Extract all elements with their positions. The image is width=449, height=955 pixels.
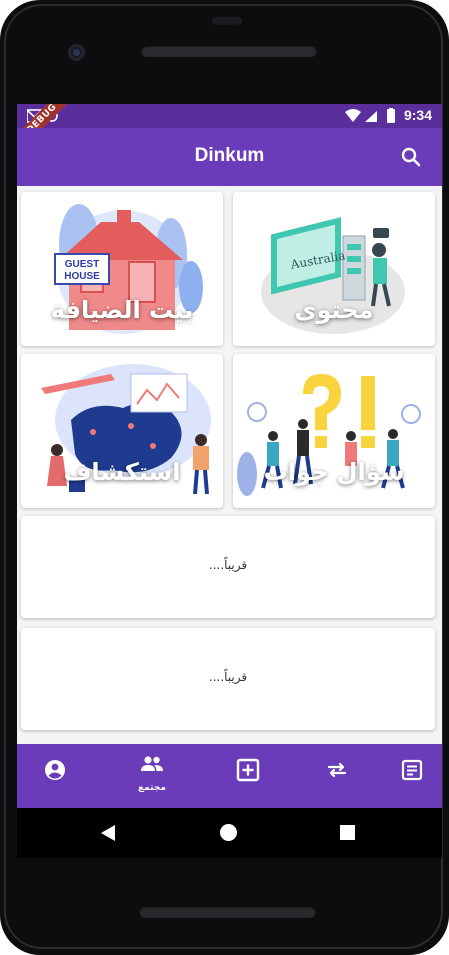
- bottom-speaker: [139, 906, 316, 918]
- search-icon[interactable]: [399, 145, 423, 169]
- home-icon[interactable]: [220, 824, 237, 841]
- guest-house-label: بيت الضيافة: [50, 296, 194, 324]
- content-card[interactable]: Australia محتوى: [233, 192, 435, 346]
- content-label: محتوى: [294, 296, 374, 324]
- bottom-nav: مجتمع: [17, 744, 442, 808]
- nav-articles[interactable]: [382, 744, 442, 808]
- app-screen: 9:34 DEBUG Dinkum GUEST HOUSE بيت الضياف…: [17, 104, 442, 808]
- status-time: 9:34: [403, 107, 432, 123]
- signal-battery-icon: [345, 108, 395, 123]
- qa-label: سؤال جواب: [263, 458, 405, 486]
- coming-soon-card-1[interactable]: قريباً....: [21, 516, 435, 618]
- coming-soon-text: قريباً....: [208, 670, 248, 684]
- system-nav-bar: [17, 808, 442, 858]
- app-title: Dinkum: [194, 145, 265, 166]
- status-bar: 9:34 DEBUG: [17, 104, 442, 155]
- account-circle-icon: [45, 760, 65, 780]
- svg-text:Australia: Australia: [289, 250, 347, 270]
- app-bar: Dinkum: [17, 128, 442, 186]
- content-area: GUEST HOUSE بيت الضيافة Australia محتوى …: [17, 186, 442, 744]
- coming-soon-card-2[interactable]: قريباً....: [21, 628, 435, 730]
- qa-card[interactable]: سؤال جواب: [233, 354, 435, 508]
- nav-community[interactable]: مجتمع: [122, 744, 182, 808]
- back-icon[interactable]: [101, 825, 115, 841]
- explore-card[interactable]: استكشاف: [21, 354, 223, 508]
- coming-soon-text: قريباً....: [208, 558, 248, 572]
- sign-text-line2: HOUSE: [64, 271, 100, 282]
- nav-exchange[interactable]: [307, 744, 367, 808]
- nav-add[interactable]: [218, 744, 278, 808]
- add-box-icon: [236, 758, 260, 782]
- earpiece: [212, 17, 242, 25]
- nav-community-label: مجتمع: [138, 783, 166, 793]
- front-camera: [68, 44, 85, 61]
- australia-sign: Australia: [289, 250, 347, 270]
- nav-profile[interactable]: [25, 744, 85, 808]
- guest-house-card[interactable]: GUEST HOUSE بيت الضيافة: [21, 192, 223, 346]
- swap-arrows-icon: [327, 762, 347, 778]
- sign-text-line1: GUEST: [65, 259, 99, 270]
- top-speaker: [141, 45, 317, 57]
- people-icon: [141, 756, 163, 771]
- article-icon: [401, 759, 423, 781]
- explore-label: استكشاف: [63, 458, 181, 486]
- guest-house-sign: GUEST HOUSE: [64, 259, 100, 282]
- recent-apps-icon[interactable]: [340, 825, 355, 840]
